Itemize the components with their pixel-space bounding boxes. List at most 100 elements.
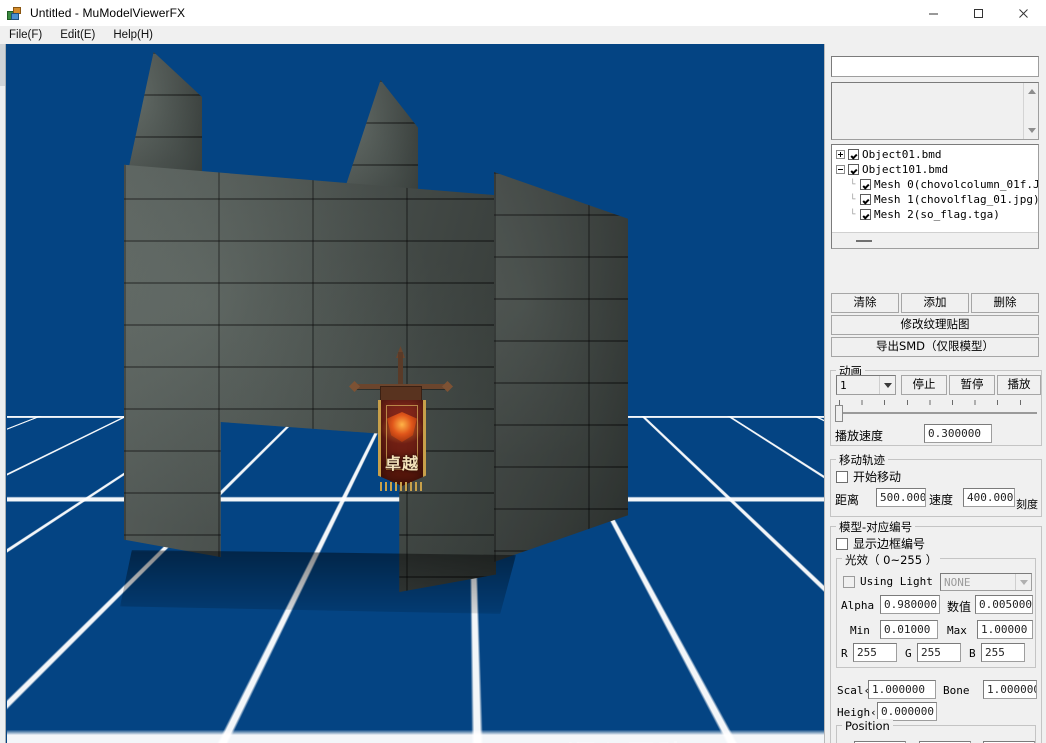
model-viewport[interactable]: 卓越 顺心团队： www (0, 44, 824, 743)
animation-index-select[interactable]: 1 (836, 375, 896, 395)
distance-input[interactable]: 500.000 (876, 488, 926, 507)
g-label: G (905, 647, 912, 660)
tree-connector: └ (850, 209, 856, 220)
tree-node-mesh-2[interactable]: └ Mesh 2(so_flag.tga) (832, 207, 1038, 222)
clear-button[interactable]: 清除 (831, 293, 899, 313)
tree-node-label: Object101.bmd (862, 163, 949, 176)
tree-node-mesh-0[interactable]: └ Mesh 0(chovolcolumn_01f.JPG) (832, 177, 1038, 192)
alpha-input[interactable]: 0.980000 (880, 595, 940, 614)
chevron-down-icon[interactable] (879, 376, 895, 394)
path-input[interactable] (831, 56, 1039, 77)
checkbox-box[interactable] (843, 575, 855, 588)
banner-label: 卓越 (384, 454, 419, 473)
expand-plus-icon[interactable] (836, 150, 845, 159)
menu-edit[interactable]: Edit(E) (51, 26, 104, 44)
add-button[interactable]: 添加 (901, 293, 969, 313)
collapse-minus-icon[interactable] (836, 165, 845, 174)
alpha-label: Alpha (841, 599, 875, 612)
edit-texture-button[interactable]: 修改纹理贴图 (831, 315, 1039, 335)
movement-group-label: 移动轨迹 (836, 452, 888, 468)
numeric-input[interactable]: 0.005000 (975, 595, 1033, 614)
b-label: B (969, 647, 976, 660)
r-input[interactable]: 255 (853, 643, 897, 662)
animation-index-value: 1 (840, 378, 847, 392)
log-listbox[interactable] (831, 82, 1039, 140)
playback-speed-input[interactable]: 0.300000 (924, 424, 992, 443)
unit-label: 刻度 (1016, 498, 1038, 511)
light-select[interactable]: NONE (940, 573, 1032, 591)
log-listbox-scrollbar[interactable] (1023, 83, 1038, 139)
height-label: Heigh‹ (837, 706, 877, 719)
animation-frame-slider[interactable] (833, 398, 1039, 424)
scale-input[interactable]: 1.000000 (868, 680, 936, 699)
title-bar: Untitled - MuModelViewerFX (0, 0, 1046, 27)
tree-connector: └ (850, 194, 856, 205)
r-label: R (841, 647, 848, 660)
position-group-label: Position (842, 719, 893, 733)
scale-label: Scal‹ (837, 684, 871, 697)
export-smd-button[interactable]: 导出SMD（仅限模型） (831, 337, 1039, 357)
banner-fringe (380, 482, 424, 491)
scroll-down-icon[interactable] (1024, 123, 1039, 138)
banner-bracket (380, 386, 422, 402)
slider-ticks (839, 400, 1037, 405)
numeric-label: 数值 (947, 600, 972, 614)
bone-input[interactable]: 1.000000 (983, 680, 1037, 699)
menu-bar: File(F) Edit(E) Help(H) (0, 26, 1046, 44)
pause-button[interactable]: 暂停 (949, 375, 995, 395)
tree-checkbox[interactable] (848, 149, 859, 160)
tree-checkbox[interactable] (860, 179, 871, 190)
banner-model: 卓越 (356, 346, 446, 502)
g-input[interactable]: 255 (917, 643, 961, 662)
viewport-scrollbar-thumb[interactable] (0, 44, 5, 86)
move-speed-label: 速度 (929, 493, 954, 507)
menu-help[interactable]: Help(H) (104, 26, 162, 44)
b-input[interactable]: 255 (981, 643, 1025, 662)
castle-base-shadow (120, 550, 516, 614)
checkbox-box[interactable] (836, 537, 848, 550)
slider-track[interactable] (839, 412, 1037, 414)
model-tree[interactable]: Object01.bmd Object101.bmd └ Mesh 0(chov… (831, 144, 1039, 249)
maximize-button[interactable] (956, 0, 1001, 26)
tree-node-mesh-1[interactable]: └ Mesh 1(chovolflag_01.jpg) (832, 192, 1038, 207)
minimize-button[interactable] (911, 0, 956, 26)
window-title: Untitled - MuModelViewerFX (30, 6, 186, 20)
tree-horizontal-scrollbar[interactable] (832, 232, 1038, 248)
castle-wall-front (124, 164, 496, 592)
close-button[interactable] (1001, 0, 1046, 26)
show-border-number-checkbox[interactable]: 显示边框编号 (836, 535, 925, 552)
start-move-checkbox[interactable]: 开始移动 (836, 468, 901, 485)
tree-checkbox[interactable] (860, 209, 871, 220)
bone-label: Bone (943, 684, 970, 697)
tree-node-label: Mesh 1(chovolflag_01.jpg) (874, 193, 1039, 206)
move-speed-input[interactable]: 400.0000 (963, 488, 1015, 507)
viewport-canvas[interactable]: 卓越 顺心团队： www (7, 44, 824, 743)
playback-speed-label: 播放速度 (835, 429, 884, 443)
checkbox-box[interactable] (836, 470, 848, 483)
using-light-checkbox[interactable]: Using Light (843, 575, 933, 588)
tree-node-label: Mesh 2(so_flag.tga) (874, 208, 1000, 221)
max-input[interactable]: 1.00000 (977, 620, 1033, 639)
tree-checkbox[interactable] (848, 164, 859, 175)
start-move-label: 开始移动 (853, 470, 902, 484)
tree-node-object01[interactable]: Object01.bmd (832, 145, 1038, 162)
tree-checkbox[interactable] (860, 194, 871, 205)
tree-node-object101[interactable]: Object101.bmd (832, 162, 1038, 177)
scroll-up-icon[interactable] (1024, 84, 1039, 99)
banner-cloth: 卓越 (378, 400, 426, 486)
menu-file[interactable]: File(F) (0, 26, 51, 44)
play-button[interactable]: 播放 (997, 375, 1041, 395)
stop-button[interactable]: 停止 (901, 375, 947, 395)
app-blocks-icon (7, 5, 23, 21)
castle-wall-side (494, 172, 628, 562)
min-label: Min (850, 624, 870, 637)
min-input[interactable]: 0.01000 (880, 620, 938, 639)
max-label: Max (947, 624, 967, 637)
using-light-label: Using Light (860, 575, 933, 588)
chevron-down-icon[interactable] (1015, 574, 1031, 590)
slider-thumb[interactable] (835, 405, 843, 422)
delete-button[interactable]: 删除 (971, 293, 1039, 313)
tree-connector: └ (850, 179, 856, 190)
viewport-scrollbar[interactable] (0, 44, 6, 743)
light-group-label: 光效（ 0~255 ） (842, 552, 941, 568)
